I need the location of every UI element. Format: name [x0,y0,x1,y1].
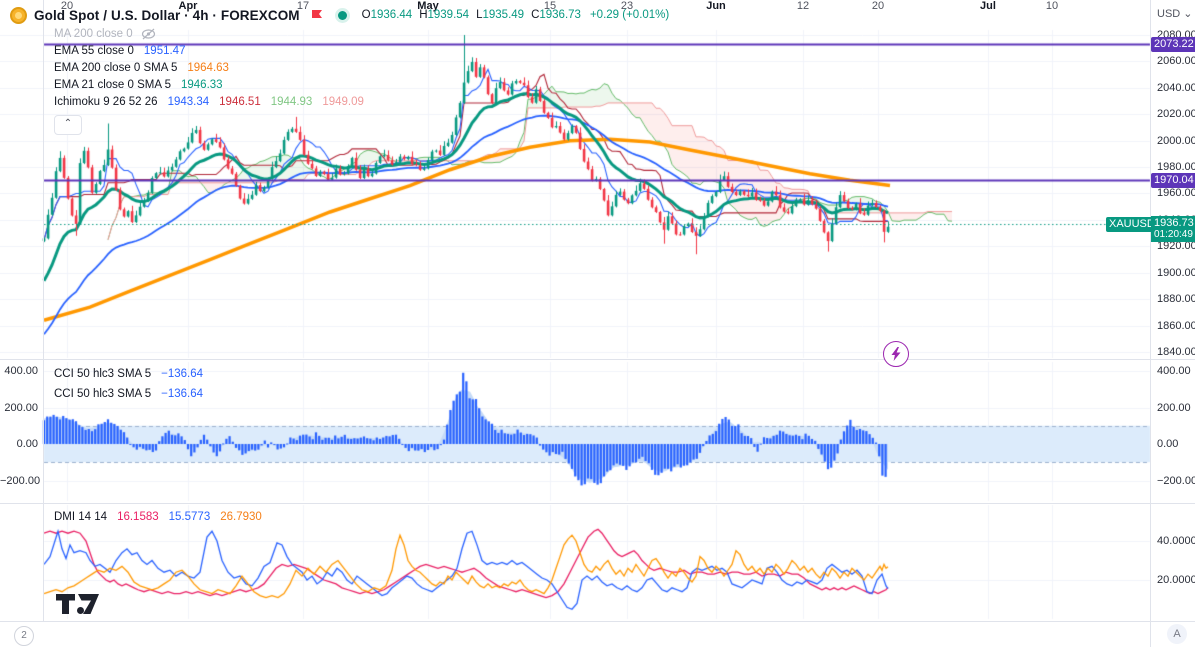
chevron-down-icon: ⌄ [1183,8,1193,20]
ichimoku-senkou-a-value: 1944.93 [270,95,313,108]
ema200-value: 1964.63 [187,61,229,74]
cci-left-tick-label: 200.00 [4,402,38,414]
ema55-value: 1951.47 [143,44,186,57]
ichimoku-label[interactable]: Ichimoku 9 26 52 26 [54,96,158,108]
bars-count-badge[interactable]: 2 [14,626,34,646]
ema55-label[interactable]: EMA 55 close 0 [54,45,134,57]
price-tick-label: 1860.00 [1157,320,1195,332]
right-scale-divider[interactable] [1150,0,1151,647]
price-tick-label: 1900.00 [1157,267,1195,279]
high-value: 1939.54 [427,9,470,21]
adjust-scale-button[interactable]: A [1167,624,1187,644]
price-line-badge-2073: 2073.22 [1151,37,1195,52]
price-tick-label: 1840.00 [1157,346,1195,358]
time-tick-label: Jun [706,0,726,12]
ichimoku-tenkan-value: 1943.34 [167,95,210,108]
price-tick-label: 1960.00 [1157,187,1195,199]
legend-collapse-button[interactable]: ⌃ [54,115,82,135]
dmi-tick-label: 20.0000 [1157,574,1195,586]
market-status-icon[interactable] [337,10,347,20]
time-tick-label: 12 [796,0,810,12]
ichimoku-senkou-b-value: 1949.09 [322,95,364,108]
legend-row-cci-2[interactable]: CCI 50 hlc3 SMA 5 −136.64 [54,386,203,401]
price-line-badge-1970: 1970.04 [1151,173,1195,188]
cci-tick-label: 0.00 [1157,438,1179,450]
legend-row-ema55[interactable]: EMA 55 close 0 1951.47 [54,43,185,58]
dmi-value-3: 26.7930 [220,510,262,523]
change-value: +0.29 (+0.01%) [589,9,670,21]
panel-separator-dmi[interactable] [0,503,1195,504]
cci-left-tick-label: −200.00 [0,475,41,487]
chart-header: Gold Spot / U.S. Dollar · 4h · FOREXCOM … [10,5,669,25]
price-tick-label: 2060.00 [1157,55,1195,67]
legend-row-dmi[interactable]: DMI 14 14 16.1583 15.5773 26.7930 [54,509,262,524]
bar-countdown: 01:20:49 [1154,229,1193,240]
trading-chart-window: Gold Spot / U.S. Dollar · 4h · FOREXCOM … [0,0,1195,647]
cci-left-tick-label: 400.00 [4,365,38,377]
price-tick-label: 2040.00 [1157,82,1195,94]
legend-row-cci-1[interactable]: CCI 50 hlc3 SMA 5 −136.64 [54,366,203,381]
price-tick-label: 2000.00 [1157,135,1195,147]
dmi-label[interactable]: DMI 14 14 [54,511,107,523]
cci2-label[interactable]: CCI 50 hlc3 SMA 5 [54,388,151,400]
eye-hidden-icon[interactable] [141,28,156,40]
open-value: 1936.44 [370,9,413,21]
price-tick-label: 2020.00 [1157,108,1195,120]
dmi-value-2: 15.5773 [168,510,211,523]
last-price-value: 1936.73 [1154,217,1194,229]
time-axis-separator [0,621,1195,622]
close-value: 1936.73 [539,9,581,21]
currency-dropdown[interactable]: USD ⌄ [1157,7,1193,21]
ma200-label[interactable]: MA 200 close 0 [54,28,133,40]
legend-row-ichimoku[interactable]: Ichimoku 9 26 52 26 1943.34 1946.51 1944… [54,94,364,109]
cci-tick-label: 200.00 [1157,402,1191,414]
ichimoku-kijun-value: 1946.51 [219,95,261,108]
time-tick-label: 10 [1045,0,1059,12]
last-price-badge: 1936.73 01:20:49 [1151,216,1195,242]
time-tick-label: Jul [980,0,996,12]
flag-icon[interactable] [311,9,323,21]
cci-left-tick-label: 0.00 [16,438,38,450]
panel-separator-cci[interactable] [0,359,1195,360]
tradingview-logo[interactable] [56,594,100,619]
lightning-bolt-icon[interactable] [883,341,909,367]
ema21-value: 1946.33 [180,78,223,91]
time-tick-label: 20 [871,0,885,12]
dmi-value-1: 16.1583 [117,510,159,523]
legend-row-ema21[interactable]: EMA 21 close 0 SMA 5 1946.33 [54,77,223,92]
left-scale-divider[interactable] [43,0,44,621]
cci2-value: −136.64 [161,387,204,400]
cci1-value: −136.64 [161,367,204,380]
legend-row-ema200[interactable]: EMA 200 close 0 SMA 5 1964.63 [54,60,229,75]
currency-label: USD [1157,7,1181,20]
ema200-label[interactable]: EMA 200 close 0 SMA 5 [54,62,177,74]
gold-symbol-icon [10,6,27,24]
cci-tick-label: 400.00 [1157,365,1191,377]
price-tick-label: 1880.00 [1157,293,1195,305]
ohlc-readout: O1936.44 H1939.54 L1935.49 C1936.73 +0.2… [361,9,670,21]
low-value: 1935.49 [482,9,525,21]
cci-tick-label: −200.00 [1157,475,1195,487]
ema21-label[interactable]: EMA 21 close 0 SMA 5 [54,79,171,91]
legend-row-ma200[interactable]: MA 200 close 0 [54,26,156,41]
symbol-title[interactable]: Gold Spot / U.S. Dollar · 4h · FOREXCOM [34,8,300,23]
cci1-label[interactable]: CCI 50 hlc3 SMA 5 [54,368,151,380]
price-tick-label: 1980.00 [1157,161,1195,173]
dmi-tick-label: 40.0000 [1157,535,1195,547]
